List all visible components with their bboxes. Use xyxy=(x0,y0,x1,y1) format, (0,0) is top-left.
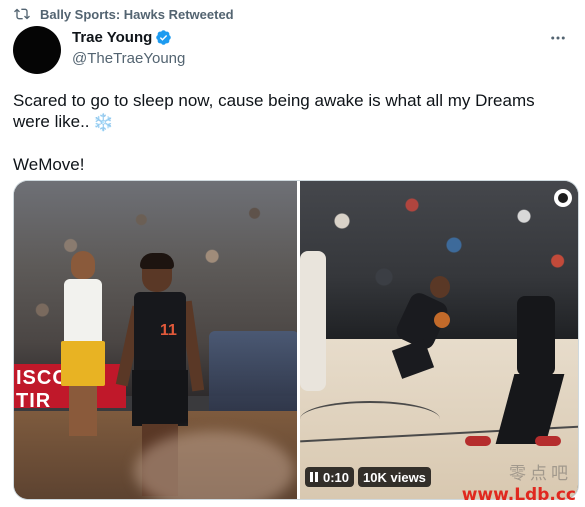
photo-attachment[interactable]: ISCO TIR 11 xyxy=(14,181,297,499)
author-handle[interactable]: @TheTraeYoung xyxy=(72,50,185,67)
video-views-badge: 10K views xyxy=(358,467,431,487)
photo-player-left xyxy=(61,251,107,436)
snowflake-icon: ❄️ xyxy=(92,113,114,133)
author-display-name[interactable]: Trae Young xyxy=(72,29,152,46)
tweet-text-line2: WeMove! xyxy=(13,155,85,175)
watermark-url: www.Ldb.cc xyxy=(461,485,576,505)
photo-jersey-number: 11 xyxy=(160,322,177,339)
author-name-row[interactable]: Trae Young xyxy=(72,29,172,46)
more-dots-icon xyxy=(551,36,565,40)
video-controls: 0:10 10K views xyxy=(305,467,431,487)
video-player-left xyxy=(300,251,326,391)
hawks-logo-icon xyxy=(554,189,572,207)
verified-badge-icon xyxy=(155,29,172,46)
video-time: 0:10 xyxy=(323,469,350,485)
video-play-pause-button[interactable]: 0:10 xyxy=(305,467,355,487)
video-court-arc xyxy=(300,401,440,437)
watermark-chinese: 零点吧 xyxy=(509,464,572,484)
more-options-button[interactable] xyxy=(547,28,569,48)
retweet-context[interactable]: Bally Sports: Hawks Retweeted xyxy=(14,5,234,23)
tweet-text: Scared to go to sleep now, cause being a… xyxy=(13,90,573,175)
media-container: ISCO TIR 11 0:10 10K views xyxy=(13,180,579,500)
video-player-right xyxy=(465,286,565,456)
retweet-label: Bally Sports: Hawks Retweeted xyxy=(40,6,234,22)
video-player-dribbling xyxy=(391,276,452,379)
video-attachment[interactable]: 0:10 10K views xyxy=(300,181,578,499)
avatar[interactable] xyxy=(13,26,61,74)
tweet-text-line1: Scared to go to sleep now, cause being a… xyxy=(13,91,535,131)
photo-fans xyxy=(209,331,297,421)
retweet-icon xyxy=(14,6,30,22)
pause-icon xyxy=(310,472,318,482)
